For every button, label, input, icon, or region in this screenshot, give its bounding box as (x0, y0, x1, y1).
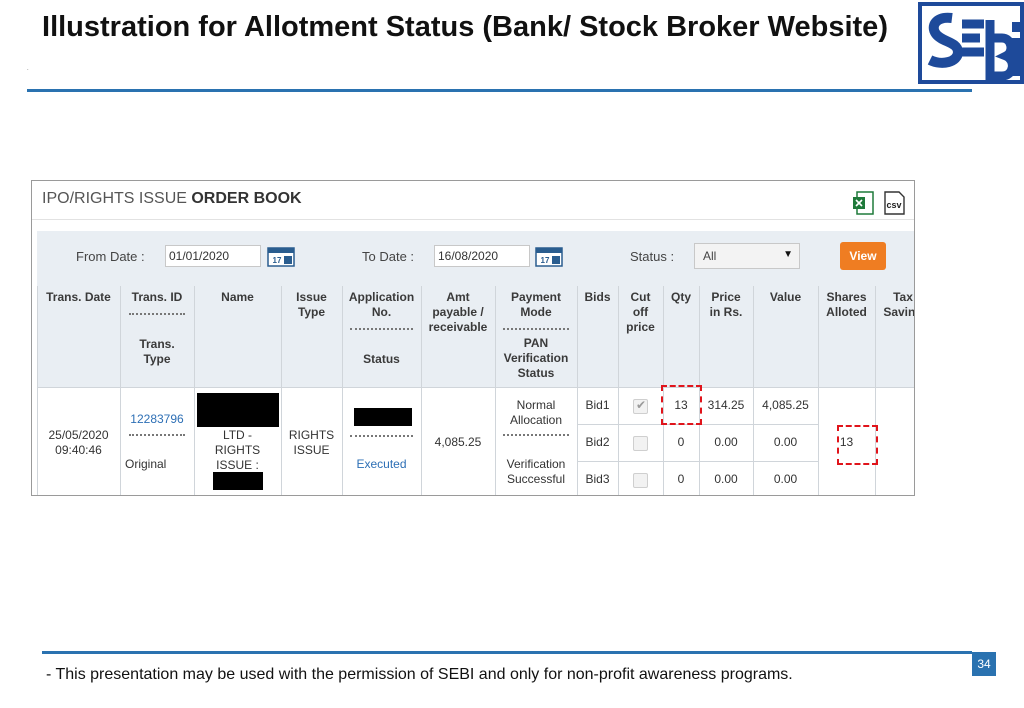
qty-cell: 0 (677, 472, 685, 486)
page-number: 34 (972, 652, 996, 676)
slide-title: Illustration for Allotment Status (Bank/… (42, 11, 888, 43)
to-date-input[interactable]: 16/08/2020 (434, 245, 530, 267)
header-amt-payable: Amt payable / receivable (428, 290, 488, 334)
trans-id-link[interactable]: 12283796 (120, 412, 194, 427)
header-divider-dots (350, 328, 413, 330)
price-cell: 314.25 (707, 398, 745, 412)
filter-bar: From Date : 01/01/2020 17 To Date : 16/0… (37, 231, 914, 286)
status-select-value: All (703, 249, 717, 263)
calendar-icon[interactable]: 17 (267, 245, 295, 267)
header-cut-off-price: Cut off price (626, 290, 655, 334)
calendar-icon[interactable]: 17 (535, 245, 563, 267)
sebi-logo (918, 2, 1024, 84)
redacted-name-block (213, 472, 263, 490)
status-cell: Executed (356, 457, 407, 471)
header-price: Price in Rs. (709, 290, 743, 319)
header-divider-dots (503, 328, 569, 330)
header-trans-date: Trans. Date (46, 290, 111, 304)
trans-type-cell: Original (125, 457, 167, 471)
from-date-input[interactable]: 01/01/2020 (165, 245, 261, 267)
header-value: Value (769, 290, 802, 304)
cut-off-checkbox[interactable] (633, 436, 648, 451)
header-status: Status (363, 352, 400, 366)
header-tax-saving: Tax Saving (883, 290, 915, 319)
name-cell: LTD - RIGHTS ISSUE : (214, 428, 261, 472)
price-cell: 0.00 (714, 435, 738, 449)
order-book-screenshot: IPO/RIGHTS ISSUE ORDER BOOK csv From Dat… (31, 180, 915, 496)
from-date-label: From Date : (76, 249, 145, 264)
bid-label: Bid1 (585, 398, 610, 412)
pan-status-cell: Verification Successful (506, 457, 566, 486)
view-button[interactable]: View (840, 242, 886, 270)
header-name: Name (221, 290, 254, 304)
header-trans-type: Trans. Type (139, 337, 175, 366)
calendar-day: 17 (273, 256, 282, 265)
header-trans-id: Trans. ID (131, 290, 183, 304)
order-book-title-prefix: IPO/RIGHTS ISSUE (42, 190, 192, 207)
calendar-day: 17 (541, 256, 550, 265)
footer-note: - This presentation may be used with the… (46, 666, 793, 683)
order-book-table: Trans. Date Trans. ID Trans. Type Name I… (37, 286, 915, 495)
cut-off-checkbox[interactable] (633, 473, 648, 488)
trans-date-cell: 25/05/2020 09:40:46 (48, 428, 109, 457)
bid-row-divider (577, 461, 818, 462)
value-cell: 4,085.25 (762, 398, 809, 412)
row-divider-dots (503, 434, 569, 436)
redacted-application-no (354, 408, 412, 426)
header-pan-status: PAN Verification Status (503, 336, 569, 380)
title-divider (27, 89, 972, 92)
amount-cell: 4,085.25 (434, 435, 482, 449)
header-shares-alloted: Shares Alloted (826, 290, 867, 319)
value-cell: 0.00 (773, 472, 798, 486)
chevron-down-icon: ▼ (783, 249, 793, 260)
footer-divider (42, 651, 972, 654)
shares-alloted-highlight (837, 425, 878, 465)
header-qty: Qty (670, 290, 691, 304)
to-date-label: To Date : (362, 249, 415, 264)
qty-highlight (661, 385, 702, 425)
header-issue-type: Issue Type (296, 290, 327, 319)
header-bottom-border (37, 387, 914, 388)
header-payment-mode: Payment Mode (510, 290, 562, 319)
column-divider (753, 286, 754, 495)
excel-icon[interactable] (852, 191, 874, 215)
column-divider (120, 286, 121, 495)
header-application-no: Application No. (348, 290, 415, 319)
header-bids: Bids (584, 290, 611, 304)
redacted-name-block (197, 393, 279, 427)
bid-label: Bid2 (585, 435, 610, 449)
check-icon: ✔ (636, 398, 647, 412)
order-book-title-bold: ORDER BOOK (191, 190, 302, 207)
header-divider-dots (129, 313, 185, 315)
csv-icon[interactable]: csv (882, 191, 906, 215)
payment-mode-cell: Normal Allocation (509, 398, 563, 427)
price-cell: 0.00 (714, 472, 738, 486)
column-divider (37, 286, 38, 495)
order-book-header: IPO/RIGHTS ISSUE ORDER BOOK csv (32, 181, 914, 221)
issue-type-cell: RIGHTS ISSUE (288, 428, 335, 457)
title-dot: . (27, 66, 29, 72)
status-label: Status : (630, 249, 675, 264)
order-book-title: IPO/RIGHTS ISSUE ORDER BOOK (42, 190, 302, 208)
qty-cell: 0 (677, 435, 685, 449)
status-select[interactable]: All ▼ (694, 243, 800, 269)
header-divider (32, 219, 914, 220)
column-divider (577, 286, 578, 495)
row-divider-dots (129, 434, 185, 436)
csv-icon-label: csv (886, 200, 901, 210)
bid-label: Bid3 (585, 472, 610, 486)
cut-off-checkbox[interactable]: ✔ (633, 398, 648, 414)
value-cell: 0.00 (773, 435, 798, 449)
row-divider-dots (350, 435, 413, 437)
